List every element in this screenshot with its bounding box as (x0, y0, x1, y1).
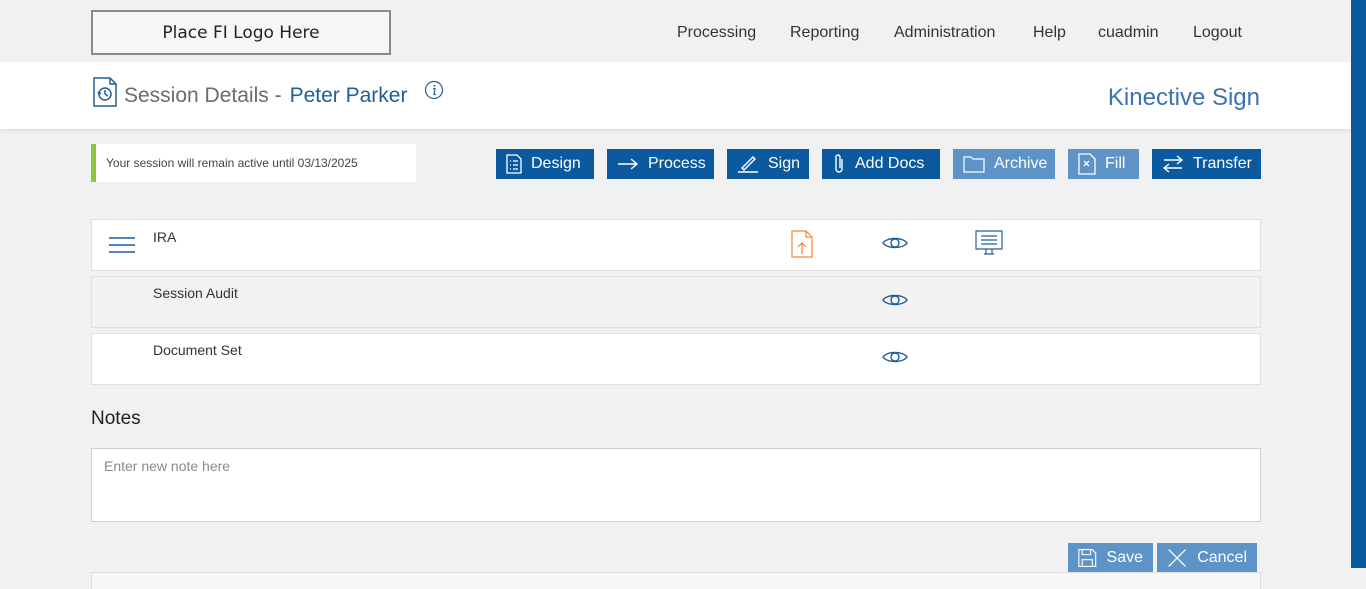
fill-button[interactable]: Fill (1068, 149, 1139, 179)
document-label: Session Audit (153, 285, 238, 301)
eye-icon[interactable] (882, 292, 908, 313)
upload-file-icon[interactable] (791, 230, 813, 263)
notes-heading: Notes (91, 408, 141, 429)
nav-administration[interactable]: Administration (894, 24, 995, 42)
notes-list-panel (91, 572, 1261, 589)
page-title-text: Session Details - (124, 84, 282, 107)
nav-help[interactable]: Help (1033, 24, 1066, 42)
list-icon (506, 154, 522, 174)
archive-label: Archive (994, 155, 1048, 172)
add-docs-button[interactable]: Add Docs (822, 149, 940, 179)
nav-reporting[interactable]: Reporting (790, 24, 859, 42)
design-label: Design (531, 155, 581, 172)
sign-label: Sign (768, 155, 801, 172)
document-row: Session Audit (91, 276, 1261, 328)
customer-name: Peter Parker (289, 84, 408, 107)
signature-icon (738, 156, 758, 173)
archive-button[interactable]: Archive (953, 149, 1055, 179)
folder-icon (963, 156, 985, 173)
fill-label: Fill (1105, 155, 1126, 172)
paperclip-icon (835, 154, 843, 173)
process-label: Process (648, 155, 706, 172)
eye-icon[interactable] (882, 235, 908, 256)
design-button[interactable]: Design (496, 149, 594, 179)
sign-button[interactable]: Sign (727, 149, 809, 179)
document-label: Document Set (153, 342, 242, 358)
presentation-icon[interactable] (975, 230, 1003, 261)
session-timeout-notice: Your session will remain active until 03… (91, 144, 416, 182)
transfer-label: Transfer (1193, 155, 1252, 172)
info-icon[interactable] (424, 80, 444, 105)
cancel-label: Cancel (1197, 549, 1247, 566)
arrow-right-icon (618, 158, 639, 170)
product-brand: Kinective Sign (1107, 84, 1260, 111)
top-navigation-bar: Place FI Logo Here Processing Reporting … (0, 0, 1351, 62)
transfer-icon (1162, 155, 1184, 173)
nav-processing[interactable]: Processing (677, 24, 756, 42)
history-icon (92, 77, 118, 112)
document-row: IRA (91, 219, 1261, 271)
cancel-button[interactable]: Cancel (1157, 543, 1257, 573)
file-x-icon (1078, 153, 1096, 175)
logo-placeholder: Place FI Logo Here (91, 10, 391, 55)
save-icon (1078, 549, 1097, 567)
eye-icon[interactable] (882, 349, 908, 370)
document-row: Document Set (91, 333, 1261, 385)
save-label: Save (1106, 549, 1143, 566)
page-title: Session Details - Peter Parker (124, 84, 407, 108)
process-button[interactable]: Process (607, 149, 714, 179)
add-docs-label: Add Docs (855, 155, 925, 172)
vertical-scrollbar[interactable] (1351, 0, 1366, 568)
document-label: IRA (153, 229, 177, 245)
close-icon (1168, 549, 1186, 567)
save-button[interactable]: Save (1068, 543, 1153, 573)
transfer-button[interactable]: Transfer (1152, 149, 1261, 179)
nav-logout[interactable]: Logout (1193, 24, 1242, 42)
nav-user-cuadmin[interactable]: cuadmin (1098, 24, 1158, 42)
new-note-input[interactable] (91, 448, 1261, 522)
menu-icon[interactable] (108, 236, 136, 259)
